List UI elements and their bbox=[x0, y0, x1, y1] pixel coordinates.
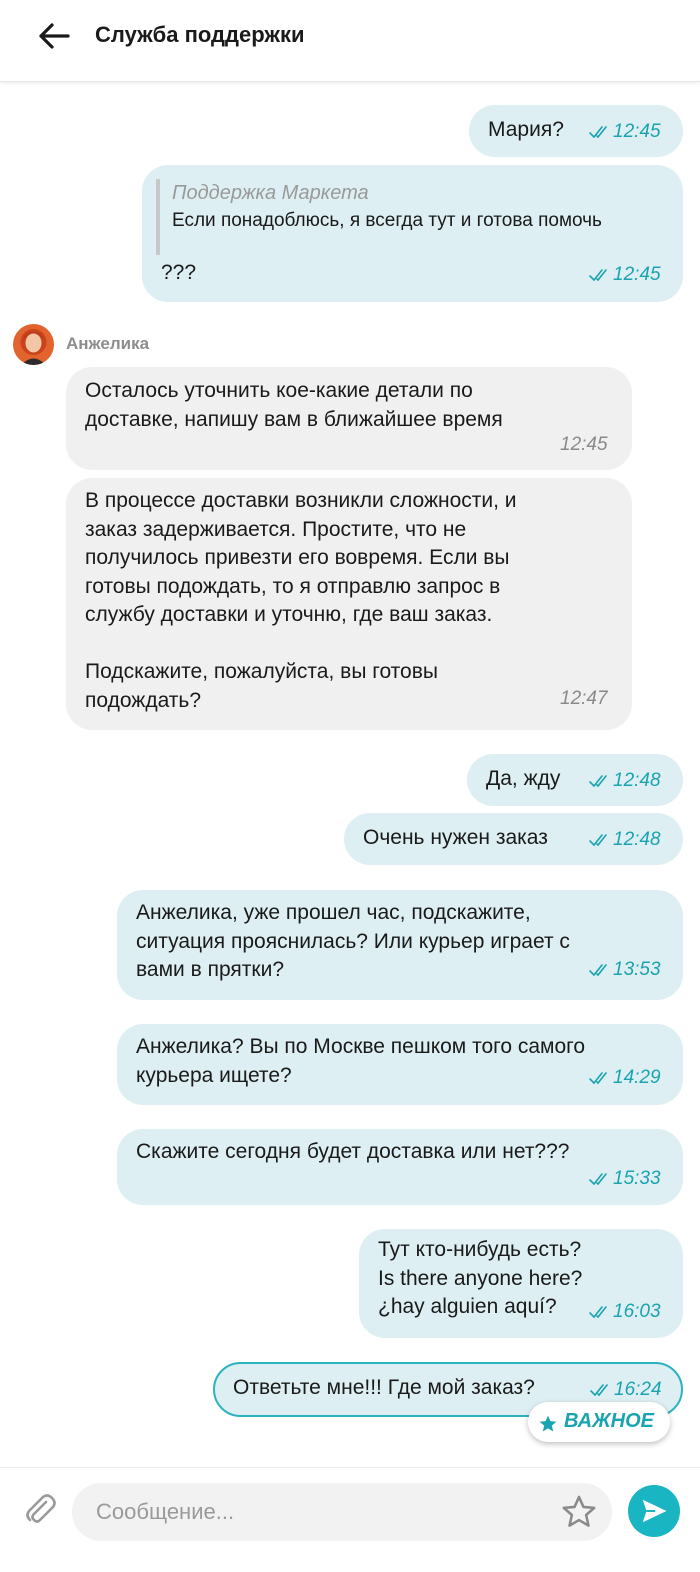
message-outgoing[interactable]: Очень нужен заказ 12:48 bbox=[344, 813, 683, 865]
message-outgoing[interactable]: Анжелика, уже прошел час, подскажите, си… bbox=[117, 890, 683, 1000]
quoted-message[interactable]: Поддержка Маркета Если понадоблюсь, я вс… bbox=[156, 179, 656, 255]
send-button[interactable] bbox=[628, 1485, 680, 1537]
message-time: 14:29 bbox=[613, 1067, 661, 1088]
message-text: Осталось уточнить кое-какие детали по до… bbox=[85, 379, 503, 431]
double-check-icon bbox=[589, 775, 607, 788]
message-text: Очень нужен заказ bbox=[363, 826, 548, 849]
message-text: Мария? bbox=[488, 118, 564, 141]
star-icon bbox=[539, 1415, 557, 1432]
page-title: Служба поддержки bbox=[95, 22, 305, 47]
message-time: 12:48 bbox=[613, 770, 661, 791]
double-check-icon bbox=[589, 1306, 607, 1319]
message-time: 12:47 bbox=[560, 688, 608, 709]
message-outgoing[interactable]: Анжелика? Вы по Москве пешком того самог… bbox=[117, 1024, 683, 1105]
attach-button[interactable] bbox=[22, 1492, 58, 1528]
message-meta: 12:48 bbox=[589, 826, 661, 855]
double-check-icon bbox=[589, 269, 607, 282]
message-meta: 16:03 bbox=[589, 1298, 661, 1327]
double-check-icon bbox=[589, 964, 607, 977]
message-text: Скажите сегодня будет доставка или нет??… bbox=[136, 1140, 570, 1163]
message-meta: 12:48 bbox=[589, 767, 661, 796]
message-time: 12:45 bbox=[613, 121, 661, 142]
header: Служба поддержки bbox=[0, 0, 700, 82]
back-arrow-icon bbox=[39, 23, 70, 49]
message-text: Ответьте мне!!! Где мой заказ? bbox=[233, 1376, 535, 1399]
message-outgoing[interactable]: Скажите сегодня будет доставка или нет??… bbox=[117, 1129, 683, 1205]
composer bbox=[0, 1467, 700, 1572]
chat-area[interactable]: Мария? 12:45 Поддержка Маркета Если пона… bbox=[0, 82, 700, 1467]
message-meta: 14:29 bbox=[589, 1064, 661, 1093]
message-text: Да, жду bbox=[486, 767, 561, 790]
message-meta: 12:45 bbox=[589, 261, 661, 290]
message-outgoing-reply[interactable]: Поддержка Маркета Если понадоблюсь, я вс… bbox=[142, 165, 683, 302]
star-icon bbox=[562, 1495, 596, 1527]
message-text: ??? bbox=[161, 261, 197, 284]
back-button[interactable] bbox=[30, 16, 78, 56]
sender-name: Анжелика bbox=[66, 334, 150, 353]
message-text: Анжелика, уже прошел час, подскажите, си… bbox=[136, 901, 570, 981]
message-incoming[interactable]: Осталось уточнить кое-какие детали по до… bbox=[66, 367, 632, 470]
message-meta: 16:24 bbox=[590, 1376, 662, 1405]
double-check-icon bbox=[589, 126, 607, 139]
message-meta: 12:45 bbox=[589, 118, 661, 147]
quote-author: Поддержка Маркета bbox=[172, 182, 369, 204]
send-icon bbox=[642, 1499, 667, 1523]
message-meta: 15:33 bbox=[589, 1165, 661, 1194]
message-text: Анжелика? Вы по Москве пешком того самог… bbox=[136, 1035, 586, 1087]
message-text: В процессе доставки возникли сложности, … bbox=[85, 489, 517, 712]
message-time: 12:45 bbox=[560, 434, 608, 455]
message-outgoing[interactable]: Да, жду 12:48 bbox=[467, 754, 683, 806]
double-check-icon bbox=[589, 834, 607, 847]
message-time: 16:03 bbox=[613, 1301, 661, 1322]
message-input[interactable] bbox=[72, 1483, 612, 1541]
message-outgoing[interactable]: Тут кто-нибудь есть? Is there anyone her… bbox=[359, 1229, 683, 1338]
double-check-icon bbox=[590, 1384, 608, 1397]
quote-text: Если понадоблюсь, я всегда тут и готова … bbox=[172, 210, 602, 231]
message-time: 15:33 bbox=[613, 1168, 661, 1189]
important-badge[interactable]: ВАЖНОЕ bbox=[528, 1402, 670, 1442]
double-check-icon bbox=[589, 1173, 607, 1186]
avatar[interactable] bbox=[13, 324, 54, 365]
message-outgoing[interactable]: Мария? 12:45 bbox=[469, 105, 683, 157]
message-meta: 13:53 bbox=[589, 956, 661, 985]
message-text: Тут кто-нибудь есть? Is there anyone her… bbox=[378, 1238, 583, 1318]
message-time: 13:53 bbox=[613, 959, 661, 980]
message-time: 12:48 bbox=[613, 829, 661, 850]
message-time: 16:24 bbox=[614, 1379, 662, 1400]
mark-important-button[interactable] bbox=[560, 1493, 598, 1531]
message-incoming[interactable]: В процессе доставки возникли сложности, … bbox=[66, 478, 632, 730]
message-time: 12:45 bbox=[613, 264, 661, 285]
badge-label: ВАЖНОЕ bbox=[564, 1410, 655, 1432]
double-check-icon bbox=[589, 1072, 607, 1085]
paperclip-icon bbox=[26, 1494, 56, 1523]
